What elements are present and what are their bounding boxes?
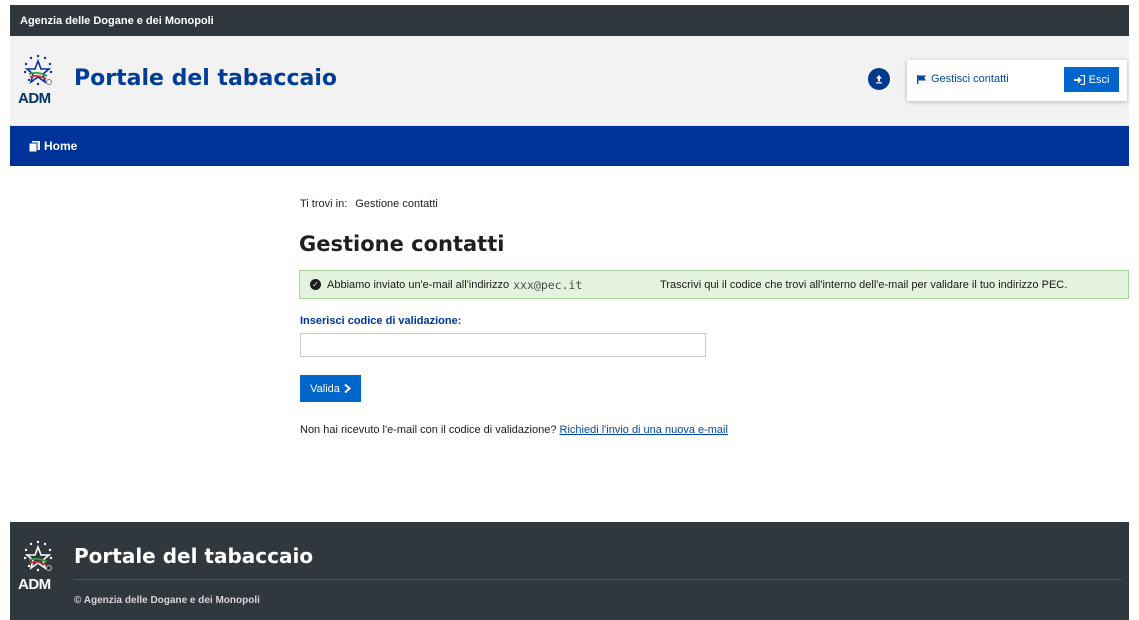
page: Agenzia delle Dogane e dei Monopoli ADM … [0,0,1139,620]
alert-email: xxx@pec.it [513,277,583,292]
adm-star-emblem-icon [23,540,53,572]
adm-logo[interactable]: ADM [18,52,58,108]
upload-icon [876,75,882,84]
resend-text: Non hai ricevuto l'e-mail con il codice … [300,424,557,436]
nav-home-label: Home [44,139,78,153]
resend-email-link[interactable]: Richiedi l'invio di una nuova e-mail [560,424,728,436]
manage-contacts-link[interactable]: Gestisci contatti [917,73,1009,85]
footer-copyright: © Agenzia delle Dogane e dei Monopoli [74,595,260,606]
validate-button[interactable]: Valida [300,375,361,402]
breadcrumb-prefix: Ti trovi in: [300,198,348,210]
site-header: ADM Portale del tabaccaio Gestisci conta… [10,36,1129,126]
validation-code-input[interactable] [300,333,706,357]
flag-icon [917,74,926,84]
breadcrumb-current: Gestione contatti [355,198,438,210]
agency-topbar: Agenzia delle Dogane e dei Monopoli [10,5,1129,36]
validate-label: Valida [310,382,340,395]
success-alert: ✓ Abbiamo inviato un'e-mail all'indirizz… [299,270,1129,299]
nav-item-home[interactable]: Home [29,139,77,153]
resend-row: Non hai ricevuto l'e-mail con il codice … [300,424,728,436]
manage-contacts-label: Gestisci contatti [931,73,1009,85]
user-actions-panel: Gestisci contatti Esci [907,60,1127,101]
adm-star-emblem-icon [23,54,53,86]
logout-button[interactable]: Esci [1064,67,1119,92]
site-footer: ADM Portale del tabaccaio © Agenzia dell… [10,522,1129,620]
copy-icon [29,140,40,152]
alert-message: Abbiamo inviato un'e-mail all'indirizzo [327,278,510,291]
footer-logo-text: ADM [18,576,51,593]
sign-in-icon [1073,74,1085,85]
footer-adm-logo: ADM [18,538,58,594]
main-nav: Home [10,126,1129,166]
alert-instruction: Trascrivi qui il codice che trovi all'in… [660,279,1068,291]
code-field-label: Inserisci codice di validazione: [300,315,462,327]
upload-button[interactable] [868,68,890,90]
breadcrumb: Ti trovi in: Gestione contatti [300,198,438,210]
agency-name: Agenzia delle Dogane e dei Monopoli [20,14,214,27]
logo-text: ADM [18,90,51,107]
site-title[interactable]: Portale del tabaccaio [74,66,337,91]
footer-divider [74,579,1122,580]
check-circle-icon: ✓ [310,279,321,290]
footer-title: Portale del tabaccaio [74,544,314,568]
chevron-right-icon [344,384,351,393]
page-title: Gestione contatti [299,232,505,256]
logout-label: Esci [1088,73,1110,86]
